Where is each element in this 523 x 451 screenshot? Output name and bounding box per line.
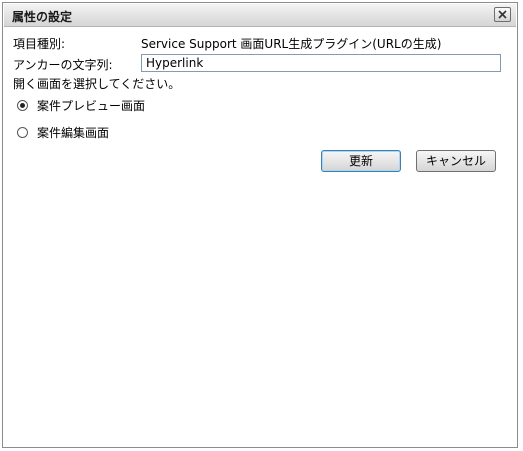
update-button[interactable]: 更新 (321, 150, 401, 172)
item-type-value: Service Support 画面URL生成プラグイン(URLの生成) (141, 37, 442, 51)
cancel-button[interactable]: キャンセル (416, 150, 496, 172)
close-button[interactable] (494, 7, 511, 22)
title-bar: 属性の設定 (4, 4, 516, 27)
dialog-title: 属性の設定 (12, 10, 73, 24)
radio-option-edit[interactable]: 案件編集画面 (17, 124, 109, 141)
radio-button-edit[interactable] (17, 127, 28, 138)
close-icon (498, 10, 507, 19)
anchor-label: アンカーの文字列: (13, 58, 113, 72)
radio-label-edit: 案件編集画面 (37, 126, 110, 140)
anchor-text-input[interactable] (141, 54, 501, 72)
attribute-settings-dialog: 属性の設定 項目種別: Service Support 画面URL生成プラグイン… (2, 2, 518, 448)
radio-label-preview: 案件プレビュー画面 (37, 99, 146, 113)
radio-button-preview[interactable] (17, 100, 28, 111)
item-type-label: 項目種別: (13, 37, 66, 51)
screen-prompt: 開く画面を選択してください。 (13, 77, 181, 91)
radio-option-preview[interactable]: 案件プレビュー画面 (17, 97, 145, 114)
